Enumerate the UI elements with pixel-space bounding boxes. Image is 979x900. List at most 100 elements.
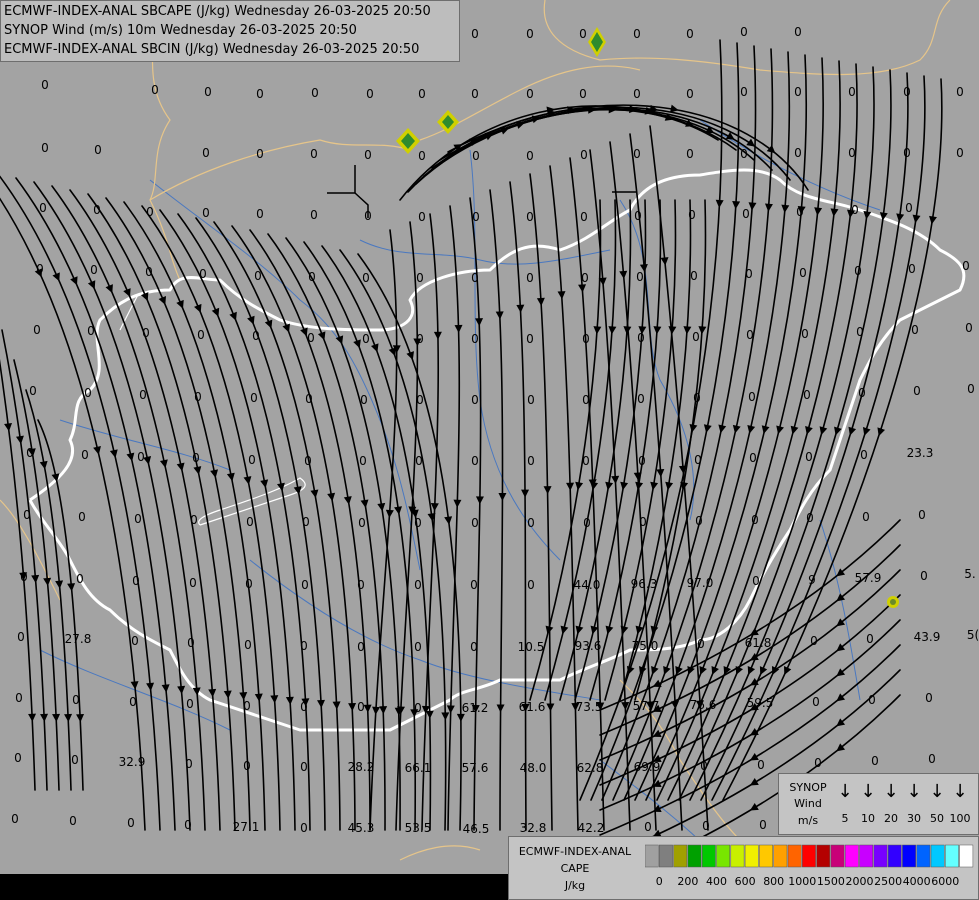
cape-value-label: 0 <box>805 450 813 464</box>
cape-value-label: 0 <box>918 508 926 522</box>
cape-color-swatch <box>844 844 859 868</box>
cape-value-label: 0 <box>415 454 423 468</box>
cape-value-label: 0 <box>192 451 200 465</box>
cape-value-label: 0 <box>33 323 41 337</box>
wind-legend-label: 5 <box>841 812 849 825</box>
cape-value-label: 0 <box>862 510 870 524</box>
cape-legend-subtitle: CAPE <box>560 862 590 875</box>
cape-color-swatch <box>859 844 874 868</box>
cape-value-label: 0 <box>962 259 970 273</box>
cape-value-label: 0 <box>416 332 424 346</box>
cape-value-label: 0 <box>142 326 150 340</box>
cape-value-label: 0 <box>76 572 84 586</box>
cape-value-label: 0 <box>856 325 864 339</box>
cape-value-label: 0 <box>472 210 480 224</box>
cape-value-label: 0 <box>41 78 49 92</box>
cape-value-label: 0 <box>357 700 365 714</box>
cape-value-label: 0 <box>866 632 874 646</box>
cape-value-label: 0 <box>471 393 479 407</box>
cape-value-label: 66.1 <box>405 761 432 775</box>
cape-value-label: 28.2 <box>348 760 375 774</box>
cape-value-label: 0 <box>78 510 86 524</box>
cape-value-label: 0 <box>582 393 590 407</box>
cape-value-label: 0 <box>305 392 313 406</box>
cape-value-label: 0 <box>310 208 318 222</box>
cape-scale-label: 400 <box>706 875 727 888</box>
cape-value-label: 0 <box>580 148 588 162</box>
cin-marker[interactable] <box>887 596 899 608</box>
cape-value-label: 0 <box>637 331 645 345</box>
cape-value-label: 0 <box>690 269 698 283</box>
cape-color-swatch <box>701 844 716 868</box>
cape-value-label: 0 <box>745 267 753 281</box>
cape-value-label: 0 <box>472 149 480 163</box>
cape-value-label: 0 <box>357 578 365 592</box>
wind-arrow-icon: ↓ <box>929 781 945 802</box>
cape-color-swatch <box>773 844 788 868</box>
cape-value-label: 0 <box>526 271 534 285</box>
wind-legend-label: 100 <box>949 812 971 825</box>
cape-color-swatch <box>873 844 888 868</box>
cape-value-label: 0 <box>812 695 820 709</box>
cape-value-label: 46.5 <box>463 822 490 836</box>
cape-value-label: 45.3 <box>348 821 375 835</box>
cape-value-label: 0 <box>796 205 804 219</box>
cape-value-label: 0 <box>700 759 708 773</box>
cape-value-label: 0 <box>688 208 696 222</box>
cape-value-label: 0 <box>418 149 426 163</box>
cape-color-swatch <box>759 844 773 868</box>
cape-value-label: 0 <box>742 207 750 221</box>
cape-value-label: 0 <box>908 262 916 276</box>
cape-value-label: 0 <box>582 332 590 346</box>
cape-value-label: 0 <box>362 332 370 346</box>
cape-value-label: 0 <box>187 636 195 650</box>
cape-color-swatch <box>930 844 945 868</box>
cape-legend-unit: J/kg <box>564 879 586 892</box>
cape-value-label: 93.6 <box>575 639 602 653</box>
cape-value-label: 0 <box>41 141 49 155</box>
cape-scale-label: 600 <box>735 875 756 888</box>
cape-value-label: 44.0 <box>574 578 601 592</box>
cape-value-label: 0 <box>858 386 866 400</box>
cape-value-label: 0 <box>905 201 913 215</box>
cape-value-label: 0 <box>702 819 710 833</box>
cape-value-label: 0 <box>913 384 921 398</box>
cape-value-label: 0 <box>23 508 31 522</box>
cape-value-label: 0 <box>93 203 101 217</box>
cape-value-label: 0 <box>243 699 251 713</box>
cape-value-label: 0 <box>14 751 22 765</box>
cape-value-label: 0 <box>697 637 705 651</box>
cape-value-label: 0 <box>956 85 964 99</box>
cape-value-label: 96.3 <box>631 577 658 591</box>
cape-value-label: 0 <box>139 388 147 402</box>
cape-value-label: 0 <box>414 578 422 592</box>
cape-value-label: 0 <box>526 87 534 101</box>
cape-color-swatch <box>916 844 931 868</box>
cape-value-label: 0 <box>526 332 534 346</box>
cape-value-label: 5( <box>967 628 979 642</box>
cape-value-label: 0 <box>686 87 694 101</box>
cape-value-label: 0 <box>416 271 424 285</box>
cape-value-label: 0 <box>414 640 422 654</box>
cape-value-label: 27.1 <box>233 820 260 834</box>
cape-value-label: 0 <box>527 393 535 407</box>
cape-scale-label: 200 <box>677 875 698 888</box>
cape-value-label: 0 <box>810 634 818 648</box>
cape-value-label: 0 <box>127 816 135 830</box>
cape-value-label: 0 <box>414 516 422 530</box>
cape-value-label: 0 <box>197 328 205 342</box>
cape-value-label: 0 <box>360 393 368 407</box>
title-sbcape: ECMWF-INDEX-ANAL SBCAPE (J/kg) Wednesday… <box>4 4 431 19</box>
cape-value-label: 0 <box>633 27 641 41</box>
cape-value-label: 57.7 <box>633 699 660 713</box>
cape-value-label: 0 <box>471 87 479 101</box>
cape-value-label: 0 <box>132 574 140 588</box>
cape-value-label: 0 <box>526 27 534 41</box>
cape-value-label: 0 <box>633 147 641 161</box>
cape-value-label: 0 <box>357 640 365 654</box>
cape-value-label: 0 <box>151 83 159 97</box>
wind-arrow-icon: ↓ <box>837 781 853 802</box>
cape-value-label: 0 <box>69 814 77 828</box>
cape-value-label: 0 <box>81 448 89 462</box>
cape-color-swatch <box>673 844 688 868</box>
